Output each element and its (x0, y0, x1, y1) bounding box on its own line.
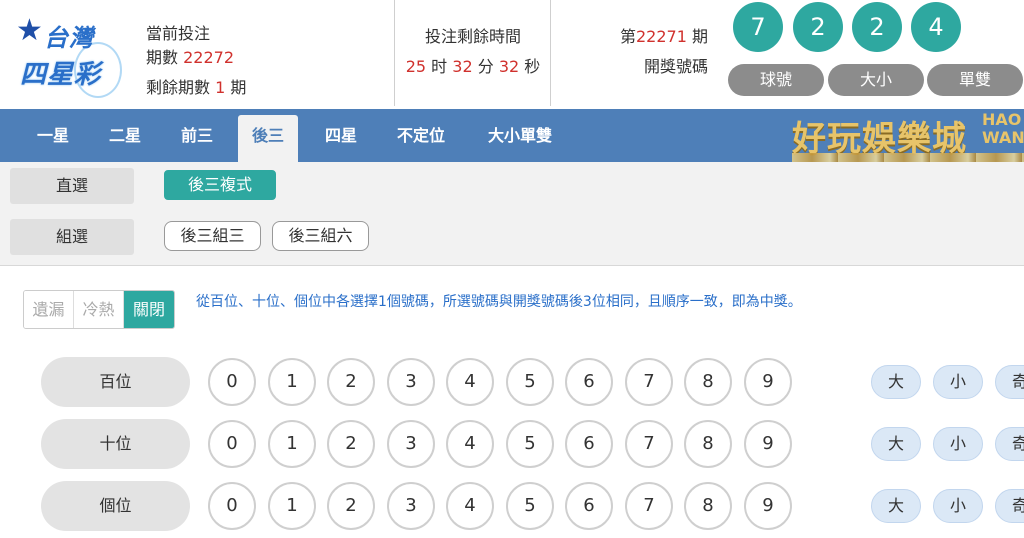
digit-button-ones[interactable]: 1 (268, 482, 316, 530)
last-draw-info: 第22271 期 開獎號碼 (560, 22, 708, 82)
quick-select-button-tens[interactable]: 小 (933, 427, 983, 461)
tab-one-star[interactable]: 一星 (22, 109, 84, 162)
countdown: 投注剩餘時間 25 时 32 分 32 秒 (396, 22, 550, 82)
quick-select-button-hundreds[interactable]: 大 (871, 365, 921, 399)
remaining-periods: 剩餘期數 1 期 (146, 78, 247, 97)
digit-button-hundreds[interactable]: 0 (208, 358, 256, 406)
ball-number-button[interactable]: 球號 (728, 64, 824, 96)
last-draw-period: 第22271 期 (619, 27, 708, 46)
digit-button-tens[interactable]: 2 (327, 420, 375, 468)
digit-button-ones[interactable]: 9 (744, 482, 792, 530)
digit-button-tens[interactable]: 3 (387, 420, 435, 468)
countdown-label: 投注剩餘時間 (424, 27, 521, 46)
digit-button-tens[interactable]: 5 (506, 420, 554, 468)
digit-button-hundreds[interactable]: 1 (268, 358, 316, 406)
toggle-missing[interactable]: 遺漏 (24, 291, 74, 328)
position-label-hundreds: 百位 (41, 357, 190, 407)
big-small-button[interactable]: 大小 (828, 64, 924, 96)
digit-button-hundreds[interactable]: 5 (506, 358, 554, 406)
play-option-group-three[interactable]: 後三組三 (164, 221, 261, 251)
digit-button-ones[interactable]: 4 (446, 482, 494, 530)
direct-label: 直選 (10, 168, 134, 204)
digit-button-ones[interactable]: 0 (208, 482, 256, 530)
quick-select-button-tens[interactable]: 奇 (995, 427, 1024, 461)
position-label-tens: 十位 (41, 419, 190, 469)
star-icon: ★ (16, 13, 43, 48)
current-bet-label: 當前投注 (146, 24, 211, 43)
digit-button-hundreds[interactable]: 3 (387, 358, 435, 406)
tab-four-star[interactable]: 四星 (310, 109, 372, 162)
draw-ball: 4 (911, 2, 961, 52)
digit-button-ones[interactable]: 3 (387, 482, 435, 530)
digit-button-ones[interactable]: 2 (327, 482, 375, 530)
digit-button-hundreds[interactable]: 7 (625, 358, 673, 406)
digit-button-tens[interactable]: 1 (268, 420, 316, 468)
current-period-number: 22272 (183, 48, 235, 67)
quick-select-button-hundreds[interactable]: 小 (933, 365, 983, 399)
quick-select-button-hundreds[interactable]: 奇 (995, 365, 1024, 399)
digit-button-tens[interactable]: 4 (446, 420, 494, 468)
tab-unfixed[interactable]: 不定位 (384, 109, 458, 162)
digit-button-hundreds[interactable]: 4 (446, 358, 494, 406)
current-period: 期數 22272 (146, 48, 235, 67)
toggle-hot-cold[interactable]: 冷熱 (74, 291, 124, 328)
digit-button-ones[interactable]: 7 (625, 482, 673, 530)
group-label: 組選 (10, 219, 134, 255)
tab-front-three[interactable]: 前三 (166, 109, 228, 162)
current-bet-info: 當前投注 期數 22272 剩餘期數 1 期 (146, 22, 246, 100)
rule-hint: 從百位、十位、個位中各選擇1個號碼，所選號碼與開獎號碼後3位相同，且順序一致，即… (196, 294, 802, 310)
draw-ball: 7 (733, 2, 783, 52)
quick-select-button-ones[interactable]: 大 (871, 489, 921, 523)
quick-select-button-ones[interactable]: 奇 (995, 489, 1024, 523)
logo-line2: 四星彩 (20, 60, 102, 90)
logo-line1: 台灣 (44, 24, 94, 52)
divider (550, 0, 551, 106)
digit-button-ones[interactable]: 8 (684, 482, 732, 530)
digit-button-ones[interactable]: 6 (565, 482, 613, 530)
divider (394, 0, 395, 106)
digit-button-tens[interactable]: 0 (208, 420, 256, 468)
draw-ball: 2 (852, 2, 902, 52)
play-option-back-three-compound[interactable]: 後三複式 (164, 170, 276, 200)
remaining-count: 1 (215, 78, 226, 97)
logo: ★ 台灣 四星彩 (14, 12, 122, 98)
digit-button-tens[interactable]: 8 (684, 420, 732, 468)
tab-big-small-odd-even[interactable]: 大小單雙 (474, 109, 566, 162)
digit-button-hundreds[interactable]: 8 (684, 358, 732, 406)
digit-button-hundreds[interactable]: 2 (327, 358, 375, 406)
play-option-group-six[interactable]: 後三組六 (272, 221, 369, 251)
tab-back-three[interactable]: 後三 (238, 115, 298, 162)
casino-name-en: HAO WAN (982, 110, 1024, 147)
stats-toggle: 遺漏 冷熱 關閉 (23, 290, 175, 329)
digit-button-ones[interactable]: 5 (506, 482, 554, 530)
quick-select-button-ones[interactable]: 小 (933, 489, 983, 523)
draw-ball: 2 (793, 2, 843, 52)
digit-button-tens[interactable]: 6 (565, 420, 613, 468)
last-draw-label: 開獎號碼 (643, 57, 708, 76)
digit-button-tens[interactable]: 9 (744, 420, 792, 468)
digit-button-tens[interactable]: 7 (625, 420, 673, 468)
play-type-panel: 直選 後三複式 組選 後三組三 後三組六 (0, 162, 1024, 266)
digit-button-hundreds[interactable]: 6 (565, 358, 613, 406)
countdown-value: 25 时 32 分 32 秒 (405, 57, 541, 76)
tab-two-star[interactable]: 二星 (94, 109, 156, 162)
odd-even-button[interactable]: 單雙 (927, 64, 1023, 96)
digit-button-hundreds[interactable]: 9 (744, 358, 792, 406)
quick-select-button-tens[interactable]: 大 (871, 427, 921, 461)
position-label-ones: 個位 (41, 481, 190, 531)
toggle-off[interactable]: 關閉 (124, 291, 174, 328)
header: ★ 台灣 四星彩 當前投注 期數 22272 剩餘期數 1 期 投注剩餘時間 2… (0, 0, 1024, 108)
